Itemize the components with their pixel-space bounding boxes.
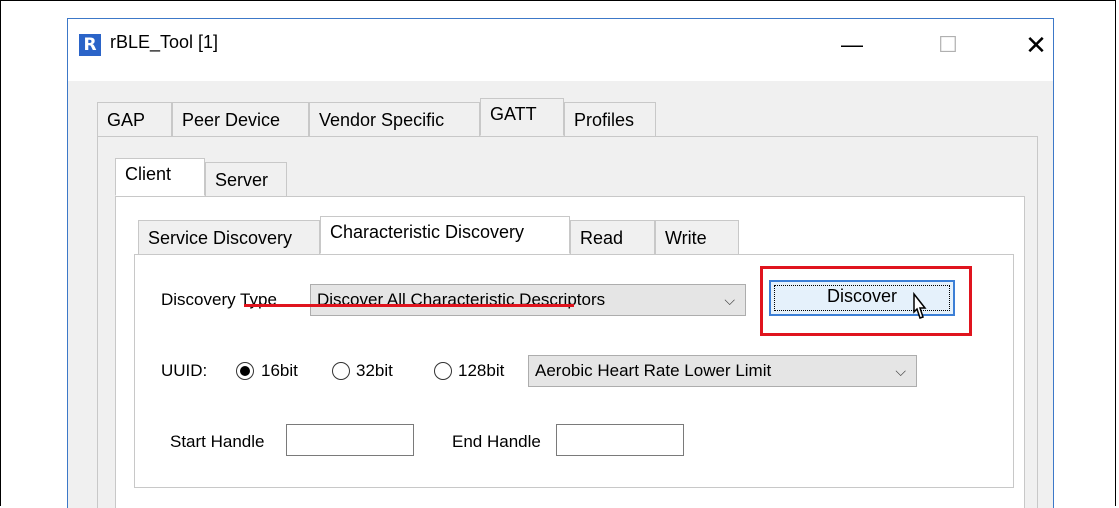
- highlight-underline: [244, 304, 574, 307]
- tab-write[interactable]: Write: [655, 220, 739, 254]
- tab-client[interactable]: Client: [115, 158, 205, 196]
- radio-128bit-label: 128bit: [458, 361, 505, 380]
- end-handle-input[interactable]: [556, 424, 684, 456]
- radio-128bit[interactable]: [434, 362, 452, 380]
- window-title: rBLE_Tool [1]: [110, 32, 219, 52]
- tab-vendor-specific[interactable]: Vendor Specific: [309, 102, 480, 136]
- uuid-select[interactable]: Aerobic Heart Rate Lower Limit ⌵: [528, 355, 917, 387]
- app-logo-icon: R: [79, 34, 101, 56]
- end-handle-label: End Handle: [452, 432, 541, 451]
- tab-gap[interactable]: GAP: [97, 102, 172, 136]
- tab-profiles[interactable]: Profiles: [564, 102, 656, 136]
- discovery-type-select[interactable]: Discover All Characteristic Descriptors …: [310, 284, 746, 316]
- uuid-label: UUID:: [161, 361, 208, 380]
- radio-32bit[interactable]: [332, 362, 350, 380]
- tab-read[interactable]: Read: [570, 220, 655, 254]
- uuid-select-value: Aerobic Heart Rate Lower Limit: [535, 361, 772, 380]
- radio-32bit-label: 32bit: [356, 361, 393, 380]
- tab-server[interactable]: Server: [205, 162, 287, 196]
- chevron-down-icon: ⌵: [724, 292, 735, 308]
- chevron-down-icon: ⌵: [895, 363, 906, 379]
- maximize-button[interactable]: ☐: [928, 29, 968, 61]
- tab-service-discovery[interactable]: Service Discovery: [138, 220, 320, 254]
- radio-16bit[interactable]: [236, 362, 254, 380]
- close-button[interactable]: ✕: [1016, 29, 1056, 61]
- title-bar: R rBLE_Tool [1] — ☐ ✕: [68, 19, 1053, 81]
- tab-characteristic-discovery[interactable]: Characteristic Discovery: [320, 216, 570, 254]
- highlight-box: [760, 266, 972, 336]
- start-handle-label: Start Handle: [170, 432, 265, 451]
- radio-16bit-label: 16bit: [261, 361, 298, 380]
- tab-gatt[interactable]: GATT: [480, 98, 564, 136]
- minimize-button[interactable]: —: [832, 29, 872, 61]
- start-handle-input[interactable]: [286, 424, 414, 456]
- mouse-cursor-icon: [913, 292, 927, 319]
- tab-peer-device[interactable]: Peer Device: [172, 102, 309, 136]
- discovery-type-label: Discovery Type: [161, 290, 277, 309]
